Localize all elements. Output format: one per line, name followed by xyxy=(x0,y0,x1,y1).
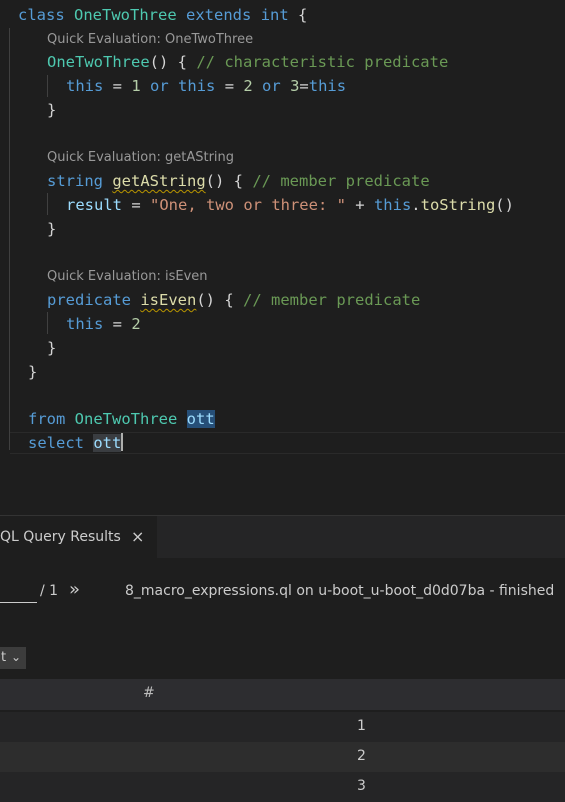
codelens: Quick Evaluation: getAString xyxy=(47,149,234,167)
number: 2 xyxy=(131,315,141,333)
table-cell: 1 xyxy=(357,718,366,734)
punctuation: . xyxy=(411,196,421,214)
quick-evaluation-link[interactable]: Quick Evaluation: OneTwoThree xyxy=(47,32,253,47)
keyword: this xyxy=(66,315,104,333)
close-icon[interactable]: × xyxy=(131,516,144,558)
keyword: predicate xyxy=(47,291,131,309)
column-header[interactable]: # xyxy=(143,685,155,701)
code-line[interactable]: string getAString() { // member predicat… xyxy=(47,170,430,192)
keyword: or xyxy=(150,77,169,95)
indent-guide xyxy=(47,193,48,215)
number: 2 xyxy=(243,77,253,95)
code-line[interactable]: } xyxy=(47,218,56,240)
string-literal: "One, two or three: " xyxy=(150,196,346,214)
keyword: this xyxy=(373,196,412,214)
operator: = xyxy=(299,77,309,95)
code-line[interactable]: this = 2 xyxy=(66,313,141,335)
keyword: select xyxy=(28,434,84,452)
indent-guide xyxy=(9,28,10,450)
keyword: this xyxy=(178,77,216,95)
comment: // member predicate xyxy=(252,172,430,190)
code-line[interactable]: } xyxy=(47,337,56,359)
table-cell: 2 xyxy=(357,748,366,764)
operator: = xyxy=(122,196,150,214)
codelens: Quick Evaluation: OneTwoThree xyxy=(47,31,253,49)
keyword: this xyxy=(66,77,104,95)
quick-evaluation-link[interactable]: Quick Evaluation: isEven xyxy=(47,269,208,284)
variable: result xyxy=(66,196,122,214)
code-line[interactable]: } xyxy=(47,99,56,121)
panel-tab-bar: QL Query Results × xyxy=(0,516,565,558)
punctuation: () { xyxy=(205,172,253,190)
tab-label: QL Query Results xyxy=(0,529,121,545)
type-name: OneTwoThree xyxy=(74,410,178,428)
comment: // characteristic predicate xyxy=(196,53,449,71)
code-line[interactable]: predicate isEven() { // member predicate xyxy=(47,289,420,311)
table-row[interactable]: 1 xyxy=(0,712,565,742)
code-line[interactable]: result = "One, two or three: " + this.to… xyxy=(66,194,514,216)
keyword: this xyxy=(308,77,347,95)
table-row[interactable]: 2 xyxy=(0,742,565,772)
operator: = xyxy=(103,77,132,95)
keyword: from xyxy=(28,410,66,428)
punctuation: } xyxy=(28,363,38,381)
results-panel: QL Query Results × / 1 » 8_macro_express… xyxy=(0,515,565,802)
codelens: Quick Evaluation: isEven xyxy=(47,268,208,286)
punctuation: () xyxy=(495,196,514,214)
punctuation: { xyxy=(298,6,308,24)
type-name: OneTwoThree xyxy=(74,6,177,24)
code-line[interactable]: from OneTwoThree ott xyxy=(28,408,215,430)
type-name: OneTwoThree xyxy=(47,53,150,71)
code-line[interactable]: this = 1 or this = 2 or 3=this xyxy=(66,75,346,97)
table-header: # xyxy=(0,679,565,710)
page-number-input[interactable] xyxy=(0,581,37,603)
result-set-select[interactable]: t ⌄ xyxy=(0,647,26,669)
chevron-down-icon: ⌄ xyxy=(11,650,22,664)
result-set-value: t xyxy=(1,650,7,665)
code-line[interactable]: class OneTwoThree extends int { xyxy=(18,4,307,26)
punctuation: } xyxy=(47,220,57,238)
code-line[interactable]: OneTwoThree() { // characteristic predic… xyxy=(47,51,448,73)
function-name: toString xyxy=(420,196,496,214)
indent-guide xyxy=(47,312,48,334)
query-status: 8_macro_expressions.ql on u-boot_u-boot_… xyxy=(125,583,555,599)
function-name: getAString xyxy=(112,172,206,190)
keyword: or xyxy=(262,77,281,95)
code-line[interactable]: } xyxy=(28,361,37,383)
operator: + xyxy=(345,196,374,214)
code-editor[interactable]: class OneTwoThree extends int { Quick Ev… xyxy=(0,0,565,455)
next-page-icon[interactable]: » xyxy=(69,579,80,600)
operator: = xyxy=(103,315,132,333)
text-caret xyxy=(121,433,124,451)
function-name: isEven xyxy=(140,291,197,309)
quick-evaluation-link[interactable]: Quick Evaluation: getAString xyxy=(47,150,234,165)
comment: // member predicate xyxy=(243,291,421,309)
pagination: / 1 » 8_macro_expressions.ql on u-boot_u… xyxy=(0,579,565,605)
punctuation: () { xyxy=(149,53,197,71)
page-total: / 1 xyxy=(40,583,59,599)
keyword: class xyxy=(18,6,65,24)
punctuation: () { xyxy=(196,291,244,309)
punctuation: } xyxy=(47,339,57,357)
keyword: int xyxy=(260,6,289,24)
punctuation: } xyxy=(47,101,57,119)
table-cell: 3 xyxy=(357,778,366,794)
keyword: extends xyxy=(186,6,252,24)
tab-ql-query-results[interactable]: QL Query Results × xyxy=(0,516,157,558)
number: 3 xyxy=(290,77,300,95)
code-line[interactable]: select ott xyxy=(28,432,124,454)
number: 1 xyxy=(131,77,141,95)
variable: ott xyxy=(93,434,122,452)
keyword: string xyxy=(47,172,103,190)
operator: = xyxy=(215,77,244,95)
indent-guide xyxy=(47,75,48,97)
variable: ott xyxy=(186,410,215,428)
table-row[interactable]: 3 xyxy=(0,772,565,802)
